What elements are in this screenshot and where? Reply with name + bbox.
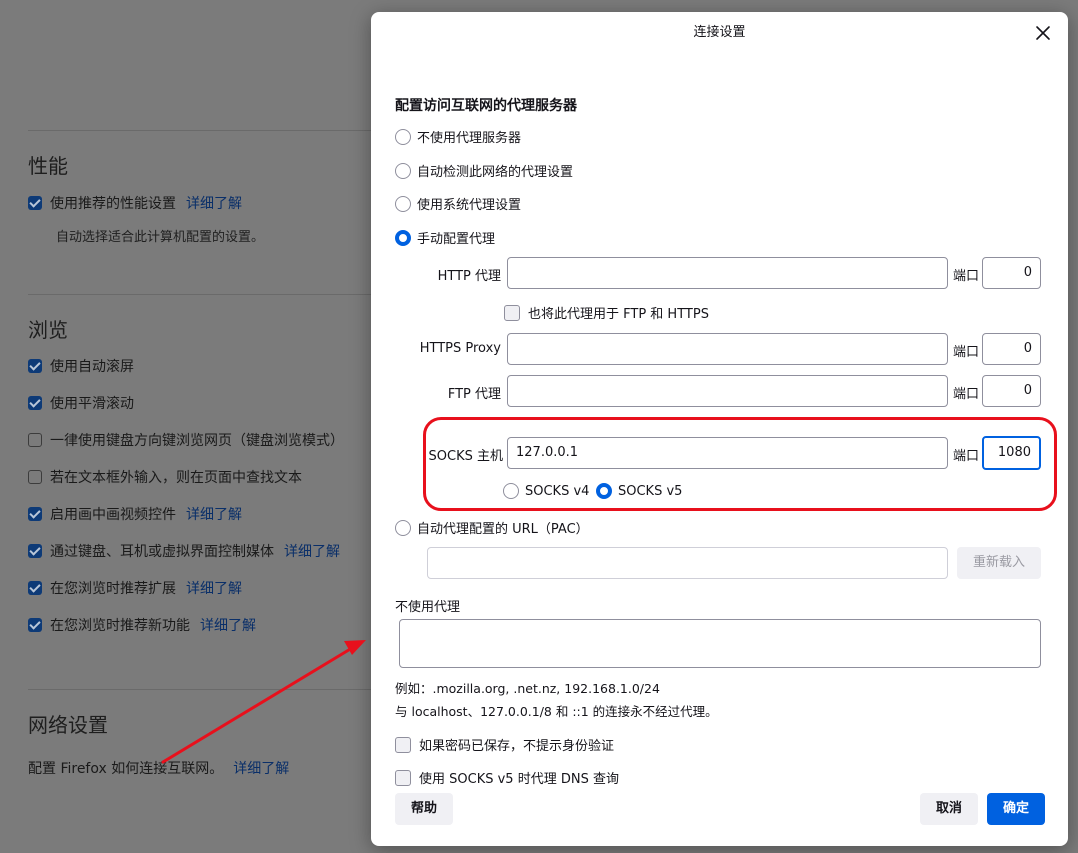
http-port-label: 端口 xyxy=(953,269,980,284)
close-icon xyxy=(1036,26,1050,40)
radio-button[interactable] xyxy=(395,229,411,246)
divider xyxy=(28,294,428,295)
browsing-item-label: 通过键盘、耳机或虚拟界面控制媒体 xyxy=(50,544,274,560)
close-button[interactable] xyxy=(1032,22,1054,44)
checkbox[interactable] xyxy=(395,769,411,786)
reload-button[interactable]: 重新载入 xyxy=(957,547,1041,579)
cancel-button[interactable]: 取消 xyxy=(920,793,978,825)
checkbox[interactable] xyxy=(28,359,42,373)
ftp-proxy-label: FTP 代理 xyxy=(447,387,501,402)
https-port-input[interactable]: 0 xyxy=(982,333,1041,365)
checkbox[interactable] xyxy=(504,304,520,321)
browsing-item-label: 在您浏览时推荐新功能 xyxy=(50,618,190,634)
recommended-performance-label: 使用推荐的性能设置 xyxy=(50,196,176,212)
radio-label: 自动代理配置的 URL（PAC） xyxy=(417,522,589,537)
divider xyxy=(28,130,428,131)
radio-button[interactable] xyxy=(395,162,411,179)
radio-label: 手动配置代理 xyxy=(417,232,496,247)
radio-button[interactable] xyxy=(395,195,411,212)
no-auth-prompt-option[interactable]: 如果密码已保存，不提示身份验证 xyxy=(395,735,614,754)
https-proxy-label: HTTPS Proxy xyxy=(419,341,501,356)
browsing-item-label: 使用平滑滚动 xyxy=(50,396,134,412)
checkbox[interactable] xyxy=(28,470,42,484)
performance-desc: 自动选择适合此计算机配置的设置。 xyxy=(56,230,265,245)
http-proxy-input[interactable] xyxy=(507,257,948,289)
browsing-item[interactable]: 使用平滑滚动 xyxy=(28,393,134,413)
no-proxy-textarea[interactable] xyxy=(399,619,1041,668)
https-proxy-input[interactable] xyxy=(507,333,948,365)
browsing-item-label: 若在文本框外输入，则在页面中查找文本 xyxy=(50,470,302,486)
no-proxy-example: 例如：.mozilla.org, .net.nz, 192.168.1.0/24 xyxy=(395,681,660,696)
learn-more-link[interactable]: 详细了解 xyxy=(233,758,289,778)
network-desc-row: 配置 Firefox 如何连接互联网。 详细了解 xyxy=(28,758,289,778)
proxy-heading: 配置访问互联网的代理服务器 xyxy=(395,98,577,114)
network-title: 网络设置 xyxy=(28,713,108,737)
divider xyxy=(28,689,428,690)
browsing-title: 浏览 xyxy=(28,318,68,342)
radio-label: 自动检测此网络的代理设置 xyxy=(417,165,574,180)
ftp-proxy-input[interactable] xyxy=(507,375,948,407)
checkbox[interactable] xyxy=(395,736,411,753)
no-auth-prompt-label: 如果密码已保存，不提示身份验证 xyxy=(419,739,615,754)
learn-more-link[interactable]: 详细了解 xyxy=(284,541,340,561)
recommended-performance-row[interactable]: 使用推荐的性能设置 详细了解 xyxy=(28,193,242,213)
browsing-item[interactable]: 若在文本框外输入，则在页面中查找文本 xyxy=(28,467,302,487)
no-proxy-label: 不使用代理 xyxy=(395,600,461,615)
checkbox[interactable] xyxy=(28,581,42,595)
learn-more-link[interactable]: 详细了解 xyxy=(186,193,242,213)
socks-dns-label: 使用 SOCKS v5 时代理 DNS 查询 xyxy=(419,772,619,787)
browsing-item-label: 使用自动滚屏 xyxy=(50,359,134,375)
pac-url-input[interactable] xyxy=(427,547,948,579)
ftp-port-label: 端口 xyxy=(953,387,980,402)
browsing-item-label: 一律使用键盘方向键浏览网页（键盘浏览模式） xyxy=(50,433,344,449)
browsing-item[interactable]: 使用自动滚屏 xyxy=(28,356,134,376)
radio-label: 使用系统代理设置 xyxy=(417,198,522,213)
no-proxy-note: 与 localhost、127.0.0.1/8 和 ::1 的连接永不经过代理。 xyxy=(395,704,718,719)
learn-more-link[interactable]: 详细了解 xyxy=(186,504,242,524)
checkbox[interactable] xyxy=(28,433,42,447)
performance-title: 性能 xyxy=(28,154,68,178)
radio-manual-proxy[interactable]: 手动配置代理 xyxy=(395,228,495,247)
checkbox[interactable] xyxy=(28,396,42,410)
also-use-for-ftp-https[interactable]: 也将此代理用于 FTP 和 HTTPS xyxy=(504,303,709,322)
radio-label: 不使用代理服务器 xyxy=(417,131,522,146)
checkbox[interactable] xyxy=(28,618,42,632)
browsing-item[interactable]: 通过键盘、耳机或虚拟界面控制媒体 详细了解 xyxy=(28,541,340,561)
checkbox[interactable] xyxy=(28,544,42,558)
network-desc: 配置 Firefox 如何连接互联网。 xyxy=(28,761,224,777)
radio-system-proxy[interactable]: 使用系统代理设置 xyxy=(395,194,521,213)
browsing-item-label: 在您浏览时推荐扩展 xyxy=(50,581,176,597)
browsing-item[interactable]: 在您浏览时推荐新功能 详细了解 xyxy=(28,615,256,635)
socks-highlight-box xyxy=(423,417,1057,511)
help-button[interactable]: 帮助 xyxy=(395,793,453,825)
http-port-input[interactable]: 0 xyxy=(982,257,1041,289)
https-port-label: 端口 xyxy=(953,345,980,360)
http-proxy-label: HTTP 代理 xyxy=(437,269,501,284)
radio-auto-detect[interactable]: 自动检测此网络的代理设置 xyxy=(395,161,573,180)
radio-pac[interactable]: 自动代理配置的 URL（PAC） xyxy=(395,518,589,537)
radio-button[interactable] xyxy=(395,128,411,145)
learn-more-link[interactable]: 详细了解 xyxy=(200,615,256,635)
checkbox[interactable] xyxy=(28,507,42,521)
also-use-label: 也将此代理用于 FTP 和 HTTPS xyxy=(528,307,709,322)
socks-dns-option[interactable]: 使用 SOCKS v5 时代理 DNS 查询 xyxy=(395,768,619,787)
radio-no-proxy[interactable]: 不使用代理服务器 xyxy=(395,127,521,146)
radio-button[interactable] xyxy=(395,519,411,536)
browsing-item-label: 启用画中画视频控件 xyxy=(50,507,176,523)
browsing-item[interactable]: 在您浏览时推荐扩展 详细了解 xyxy=(28,578,242,598)
dialog-title: 连接设置 xyxy=(693,25,746,40)
learn-more-link[interactable]: 详细了解 xyxy=(186,578,242,598)
browsing-item[interactable]: 一律使用键盘方向键浏览网页（键盘浏览模式） xyxy=(28,430,344,450)
ok-button[interactable]: 确定 xyxy=(987,793,1045,825)
checkbox[interactable] xyxy=(28,196,42,210)
browsing-item[interactable]: 启用画中画视频控件 详细了解 xyxy=(28,504,242,524)
ftp-port-input[interactable]: 0 xyxy=(982,375,1041,407)
